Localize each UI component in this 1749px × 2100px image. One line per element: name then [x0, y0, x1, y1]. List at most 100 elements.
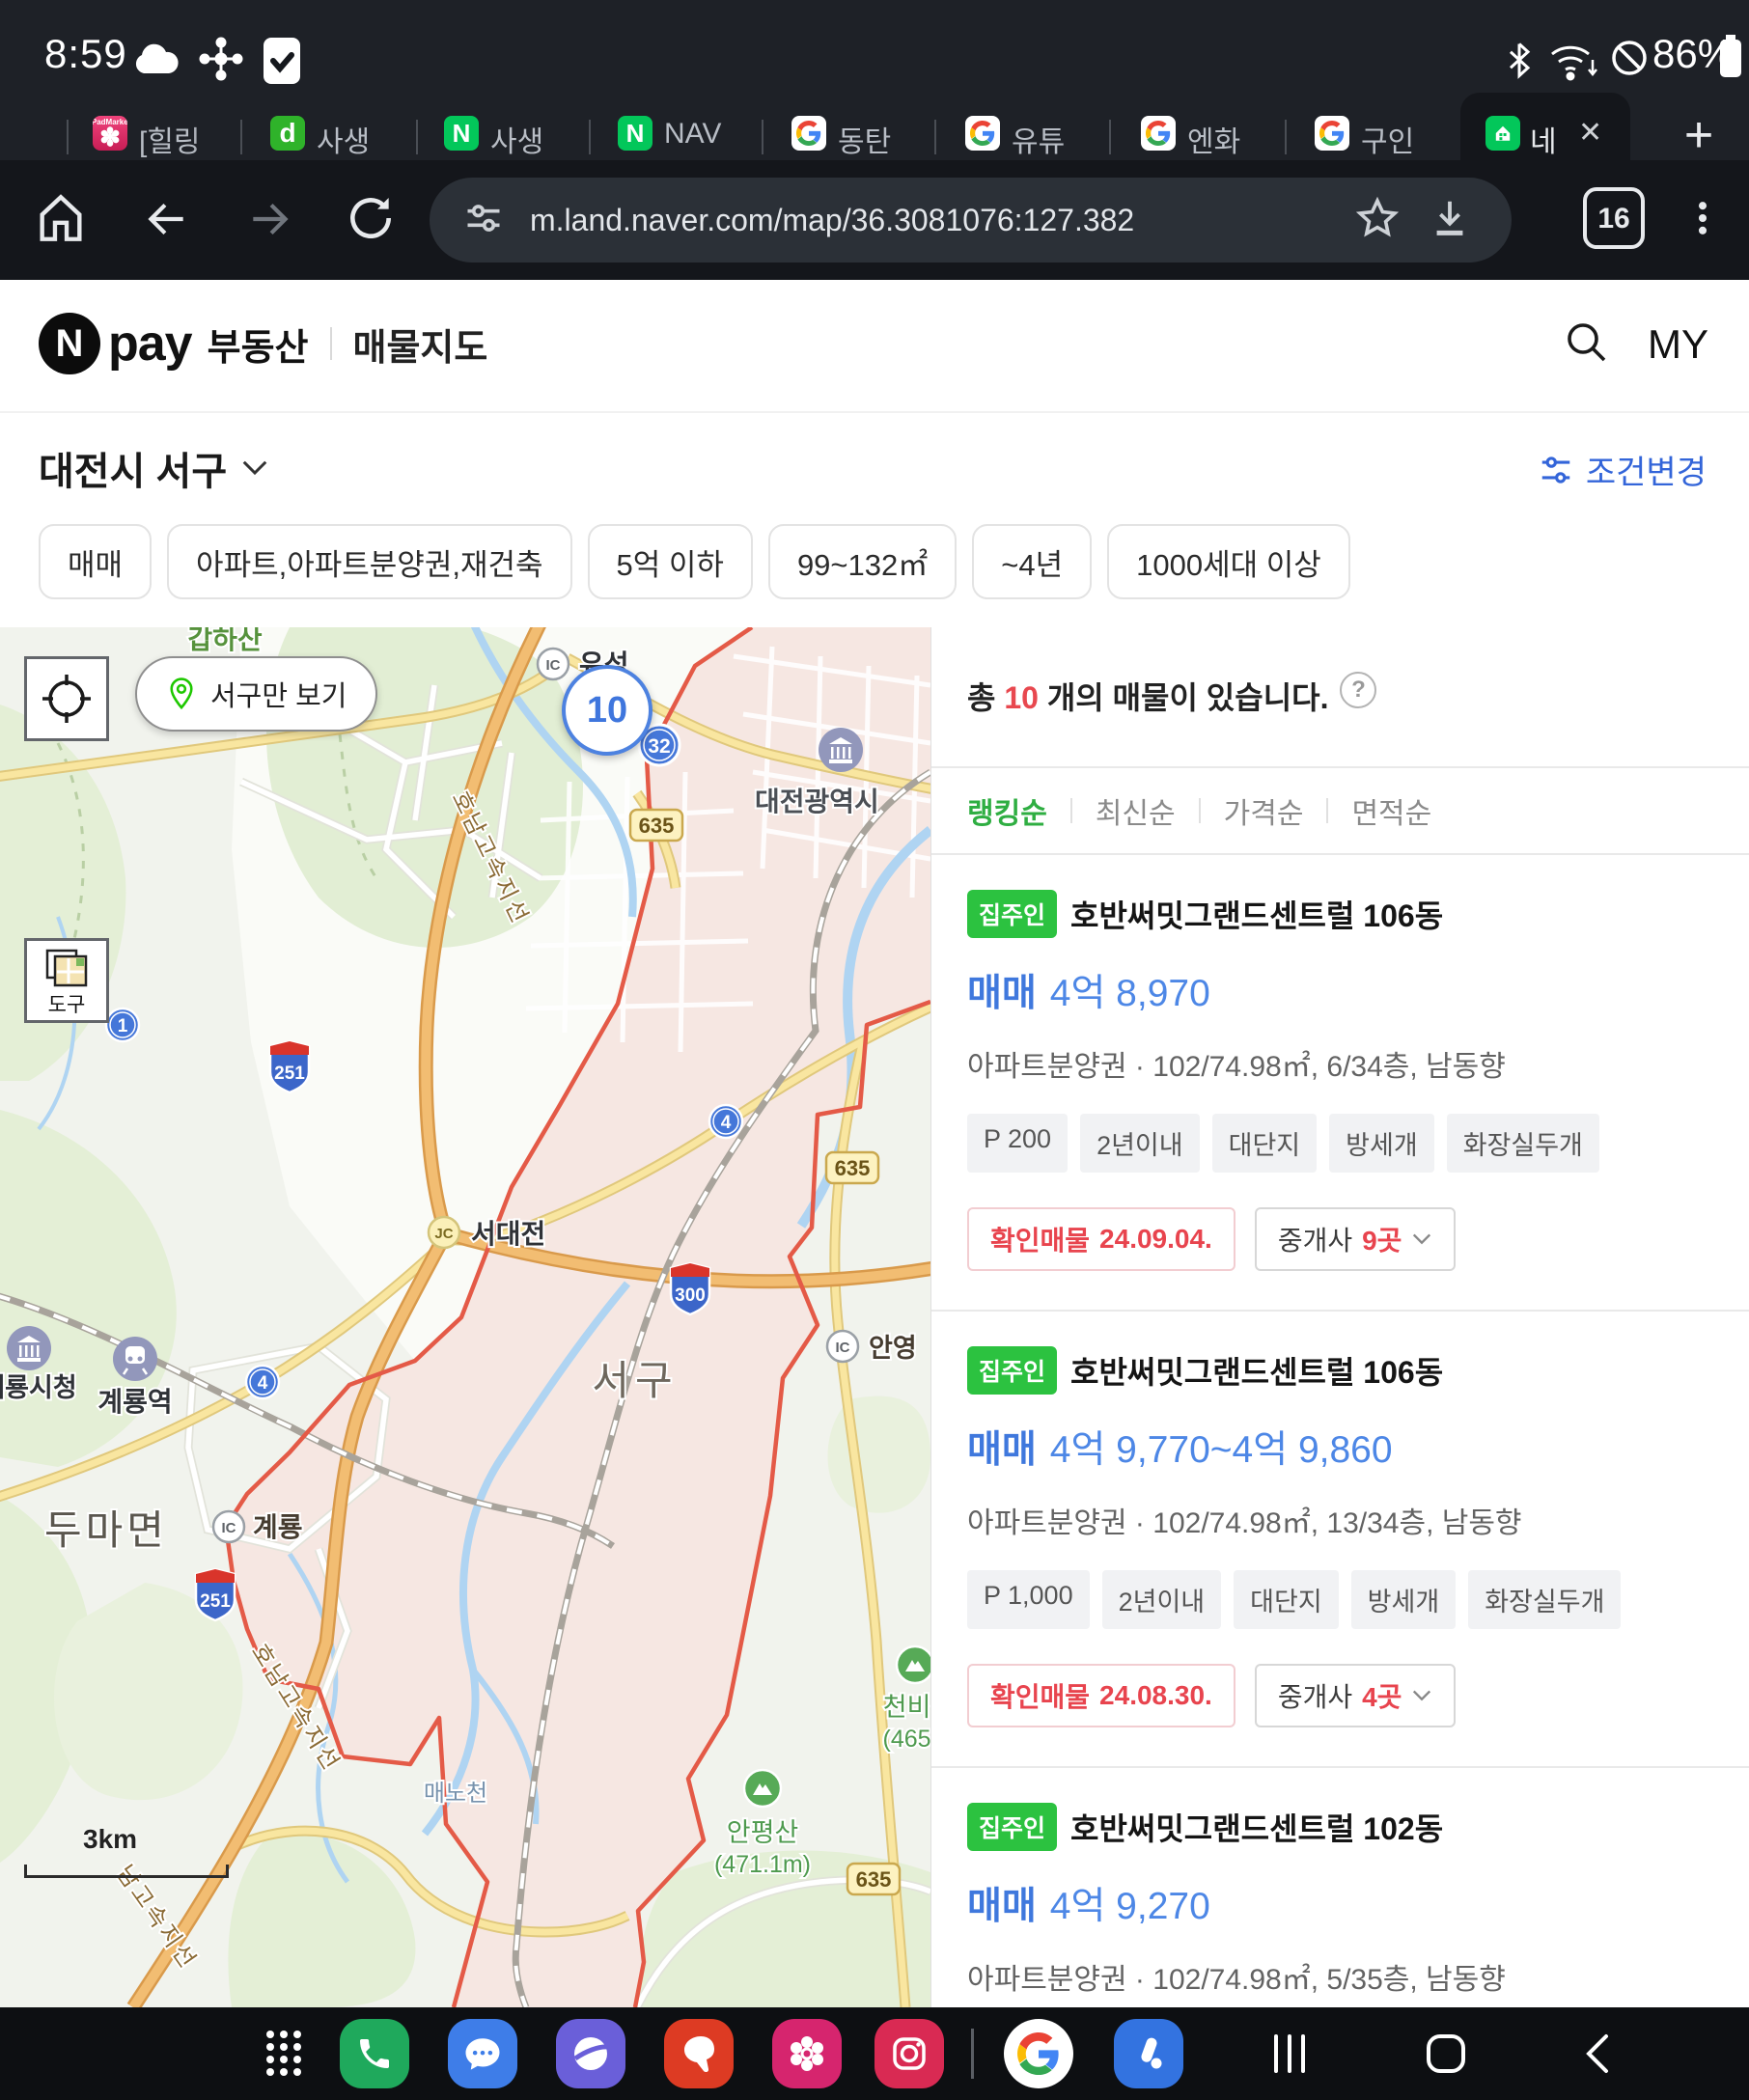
new-tab-button[interactable]: +: [1670, 108, 1728, 166]
tab-switcher-button[interactable]: 16: [1583, 187, 1645, 249]
map-label-ic: 안영: [869, 1334, 917, 1363]
agents-dropdown[interactable]: 중개사9곳: [1255, 1207, 1457, 1271]
reload-icon[interactable]: [344, 191, 398, 250]
samsung-internet-app-icon[interactable]: [556, 2019, 625, 2088]
sort-price[interactable]: 가격순: [1224, 789, 1304, 832]
chevron-down-icon: [1411, 1688, 1432, 1703]
url-bar[interactable]: m.land.naver.com/map/36.3081076:127.382: [430, 178, 1512, 262]
listing-card[interactable]: 집주인호반써밋그랜드센트럴 106동 매매4억 8,970 아파트분양권 · 1…: [931, 855, 1749, 1310]
help-icon[interactable]: ?: [1340, 672, 1376, 708]
listing-price: 4억 8,970: [1050, 963, 1210, 1017]
bluetooth-icon: [1502, 37, 1537, 88]
phone-app-icon[interactable]: [340, 2019, 409, 2088]
active-browser-tab[interactable]: 네 ✕: [1460, 93, 1630, 160]
android-taskbar: [0, 2007, 1749, 2100]
sort-bar: 랭킹순 최신순 가격순 면적순: [931, 768, 1749, 853]
menu-dots-icon[interactable]: [1681, 189, 1724, 252]
messages-app-icon[interactable]: [448, 2019, 517, 2088]
listing-desc: 아파트분양권 · 102/74.98㎡, 6/34층, 남동향: [967, 1042, 1713, 1085]
listing-cluster-marker[interactable]: 10: [562, 665, 652, 756]
listing-card[interactable]: 집주인호반써밋그랜드센트럴 102동 매매4억 9,270 아파트분양권 · 1…: [931, 1768, 1749, 2007]
my-menu[interactable]: MY: [1648, 321, 1708, 368]
svg-text:4: 4: [721, 1113, 732, 1133]
flower-app-icon[interactable]: [772, 2019, 842, 2088]
notification-molecule-icon: [199, 37, 243, 86]
svg-text:천비산: 천비산: [883, 1693, 930, 1722]
train-station-icon: [113, 1337, 157, 1381]
blue-app-icon[interactable]: [1114, 2019, 1183, 2088]
filter-chip-trade[interactable]: 매매: [39, 524, 152, 599]
owner-badge: 집주인: [967, 1803, 1057, 1851]
map-label-city: 대전광역시: [755, 787, 879, 816]
listing-title: 호반써밋그랜드센트럴 106동: [1070, 892, 1443, 936]
listing-title: 호반써밋그랜드센트럴 102동: [1070, 1805, 1443, 1849]
tab-close-icon[interactable]: ✕: [1578, 116, 1602, 150]
battery-icon: [1718, 33, 1743, 84]
bookmark-star-icon[interactable]: [1354, 195, 1401, 246]
district-only-toggle[interactable]: 서구만 보기: [135, 656, 377, 732]
google-app-icon[interactable]: [1004, 2019, 1073, 2088]
filter-chip-type[interactable]: 아파트,아파트분양권,재건축: [167, 524, 571, 599]
svg-text:635: 635: [835, 1156, 871, 1180]
confirmed-listing-box: 확인매물24.08.30.: [967, 1664, 1235, 1727]
listings-panel: 총 10 개의 매물이 있습니다. ? 랭킹순 최신순 가격순 면적순 집주인호…: [930, 627, 1749, 2007]
agents-dropdown[interactable]: 중개사4곳: [1255, 1664, 1457, 1727]
filter-chip-age[interactable]: ~4년: [972, 524, 1092, 599]
map-label-district: 서구: [592, 1358, 678, 1403]
svg-text:251: 251: [200, 1591, 231, 1612]
back-nav-button[interactable]: [1579, 2029, 1614, 2084]
svg-text:635: 635: [856, 1867, 892, 1892]
daum-favicon: d: [270, 116, 305, 151]
recents-nav-button[interactable]: [1270, 2029, 1309, 2084]
home-icon[interactable]: [33, 189, 89, 252]
download-icon[interactable]: [1428, 195, 1472, 246]
map-canvas[interactable]: 251 251 300 1 4 4 32 635 635 635 IC IC I…: [0, 627, 930, 2007]
home-nav-button[interactable]: [1423, 2029, 1469, 2084]
svg-text:251: 251: [274, 1064, 305, 1084]
svg-text:안평산: 안평산: [727, 1818, 799, 1847]
brand-logo[interactable]: N pay 부동산 매물지도: [39, 313, 487, 374]
browser-tab-strip: iPadMarket✽ [힐링 d 사생 N 사생 N NAV 동탄 유튜 엔화…: [0, 114, 1749, 160]
ipadmarket-favicon: iPadMarket✽: [93, 116, 127, 151]
map-label-station: 계룡역: [97, 1387, 172, 1417]
map-tools-button[interactable]: 도구: [24, 938, 109, 1023]
google-favicon: [1141, 116, 1176, 151]
sort-area[interactable]: 면적순: [1351, 789, 1431, 832]
map-scale-bar: [24, 1865, 229, 1878]
google-favicon: [1315, 116, 1349, 151]
browser-toolbar: m.land.naver.com/map/36.3081076:127.382 …: [0, 160, 1749, 280]
filter-chip-row: 매매 아파트,아파트분양권,재건축 5억 이하 99~132㎡ ~4년 1000…: [0, 524, 1749, 601]
svg-text:JC: JC: [434, 1226, 453, 1242]
search-icon[interactable]: [1563, 318, 1609, 370]
instagram-app-icon[interactable]: [874, 2019, 944, 2088]
sort-ranking[interactable]: 랭킹순: [967, 789, 1047, 832]
my-location-button[interactable]: [24, 656, 109, 741]
filter-chip-price[interactable]: 5억 이하: [588, 524, 753, 599]
change-conditions-button[interactable]: 조건변경: [1538, 446, 1707, 493]
weather-cloud-icon: [131, 37, 181, 84]
map-label-stream: 매노천: [424, 1781, 487, 1807]
location-pin-icon: [166, 677, 197, 711]
back-icon[interactable]: [141, 195, 193, 248]
filter-chip-area[interactable]: 99~132㎡: [768, 524, 957, 599]
svg-text:IC: IC: [546, 657, 561, 674]
route-shield-300: 300: [671, 1263, 709, 1314]
listing-card[interactable]: 집주인호반써밋그랜드센트럴 106동 매매4억 9,770~4억 9,860 아…: [931, 1312, 1749, 1766]
svg-text:(471.1m): (471.1m): [714, 1851, 811, 1878]
url-text: m.land.naver.com/map/36.3081076:127.382: [530, 203, 1350, 238]
red-app-icon[interactable]: [664, 2019, 734, 2088]
sort-newest[interactable]: 최신순: [1096, 789, 1176, 832]
active-tab-label: 네: [1530, 118, 1557, 160]
apps-grid-icon[interactable]: [249, 2019, 319, 2088]
site-settings-icon[interactable]: [462, 197, 505, 244]
svg-text:635: 635: [639, 814, 675, 838]
filter-header: 대전시 서구 조건변경: [0, 413, 1749, 524]
map-scale-label: 3km: [83, 1824, 137, 1855]
forward-icon[interactable]: [243, 195, 295, 248]
filter-chip-households[interactable]: 1000세대 이상: [1107, 524, 1350, 599]
naver-n-logo: N: [39, 313, 100, 374]
svg-text:(465.6: (465.6: [883, 1726, 930, 1753]
region-selector[interactable]: 대전시 서구: [39, 440, 269, 496]
listing-desc: 아파트분양권 · 102/74.98㎡, 5/35층, 남동향: [967, 1955, 1713, 1998]
naver-land-favicon: [1485, 116, 1520, 151]
